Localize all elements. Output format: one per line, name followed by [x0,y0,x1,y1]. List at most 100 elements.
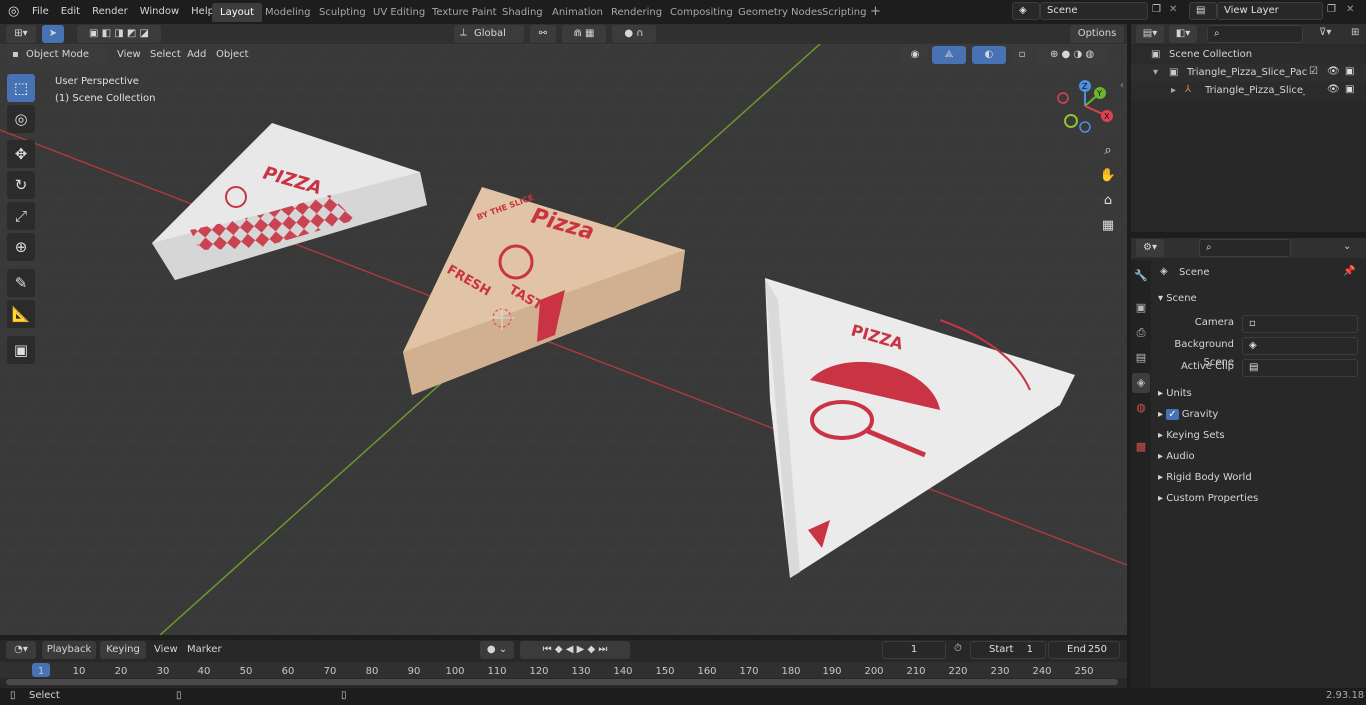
properties-search-input[interactable]: ⌕ [1199,239,1291,257]
keying-menu[interactable]: Keying [100,641,146,659]
timeline-scrollbar[interactable] [6,679,1118,685]
tool-select-box-icon[interactable]: ⬚ [7,74,35,102]
tool-move-icon[interactable]: ✥ [7,140,35,168]
audio-panel[interactable]: ▸ Audio [1158,448,1195,466]
ortho-grid-icon[interactable]: ▦ [1097,215,1119,237]
delete-scene-icon[interactable]: ✕ [1169,4,1177,15]
pin-icon[interactable]: 📌 [1343,266,1355,277]
menu-window[interactable]: Window [134,0,185,24]
end-frame-field[interactable]: End 250 [1048,641,1120,659]
tool-tab-icon[interactable]: 🔧 [1132,266,1150,286]
mode-dropdown[interactable]: Object Mode [8,46,106,64]
timeline-editor-icon[interactable]: ◔▾ [6,641,36,659]
select-menu[interactable]: Select [150,49,181,60]
expand-icon[interactable]: ▾ [1153,67,1158,78]
outliner-row-pack[interactable]: ▸ ⅄ Triangle_Pizza_Slice_Pack 👁 ▣ [1131,82,1366,100]
tool-annotate-icon[interactable]: ✎ [7,269,35,297]
add-menu[interactable]: Add [187,49,206,60]
outliner-editor-icon[interactable]: ▤▾ [1136,25,1164,43]
rigid-body-panel[interactable]: ▸ Rigid Body World [1158,469,1252,487]
expand-icon[interactable]: ▸ [1171,85,1176,96]
keying-sets-panel[interactable]: ▸ Keying Sets [1158,427,1225,445]
checkbox-icon[interactable]: ☑ [1309,66,1318,77]
object-menu[interactable]: Object [216,49,249,60]
world-tab-icon[interactable]: ◍ [1132,398,1150,418]
3d-viewport[interactable]: PIZZA Pizza BY THE SLICE FRESH TASTY PIZ… [0,44,1127,635]
tab-compositing[interactable]: Compositing [662,3,741,22]
eye-icon[interactable]: 👁 [1327,66,1340,77]
timeline-view-menu[interactable]: View [154,644,178,655]
tab-layout[interactable]: Layout [212,3,262,22]
outliner-row-scene-collection[interactable]: ▣ Scene Collection [1131,46,1366,64]
tool-measure-icon[interactable]: 📐 [7,300,35,328]
scene-panel-header[interactable]: ▾ Scene [1158,290,1197,308]
new-view-layer-icon[interactable]: ❐ [1327,4,1336,15]
current-frame-field[interactable]: 1 [882,641,946,659]
playback-controls-icon[interactable]: ⏮ ◆ ◀ ▶ ◆ ⏭ [520,641,630,659]
outliner-search-input[interactable]: ⌕ [1207,25,1303,43]
scene-field[interactable]: Scene [1040,2,1148,20]
proportional-edit-icon[interactable]: ● ∩ [612,25,656,43]
render-tab-icon[interactable]: ▣ [1132,298,1150,318]
selection-mode-icons[interactable]: ▣ ◧ ◨ ◩ ◪ [77,25,161,43]
units-panel[interactable]: ▸ Units [1158,385,1192,403]
view-menu[interactable]: View [117,49,141,60]
outliner-row-packaging[interactable]: ▾ ▣ Triangle_Pizza_Slice_Packaging ☑ 👁 ▣ [1131,64,1366,82]
display-mode-icon[interactable]: ◧▾ [1169,25,1197,43]
output-tab-icon[interactable]: ⎙ [1132,323,1150,343]
blender-logo-icon[interactable]: ◎ [8,4,24,20]
gravity-checkbox-icon[interactable]: ✓ [1166,409,1179,420]
navigation-gizmo[interactable]: Z Y X [1052,78,1122,138]
pivot-icon[interactable]: ⚯ [530,25,556,43]
scene-tab-icon[interactable]: ◈ [1132,373,1150,393]
tab-texture-paint[interactable]: Texture Paint [424,3,505,22]
tool-rotate-icon[interactable]: ↻ [7,171,35,199]
snap-icon[interactable]: ⋒ ▦ [562,25,606,43]
options-button[interactable]: Options [1070,25,1124,43]
record-icon[interactable]: ● ⌄ [480,641,514,659]
new-scene-icon[interactable]: ❐ [1152,4,1161,15]
clock-icon[interactable]: ⏱ [954,643,962,654]
gravity-panel[interactable]: ▸ ✓ Gravity [1158,406,1218,424]
editor-type-icon[interactable]: ⊞▾ [6,25,36,43]
zoom-icon[interactable]: ⌕ [1097,140,1119,162]
pan-hand-icon[interactable]: ✋ [1097,165,1119,187]
shading-mode-icons[interactable]: ⊕ ● ◑ ◍ [1034,46,1110,64]
tab-modeling[interactable]: Modeling [257,3,319,22]
menu-file[interactable]: File [26,0,55,24]
marker-menu[interactable]: Marker [187,644,222,655]
view-layer-type-icon[interactable]: ▤ [1189,2,1217,20]
view-layer-field[interactable]: View Layer [1217,2,1323,20]
properties-editor-icon[interactable]: ⚙▾ [1136,239,1164,257]
camera-icon[interactable]: ▣ [1345,66,1354,77]
background-scene-field[interactable]: ◈ [1242,337,1358,355]
camera-view-icon[interactable]: ⌂ [1097,190,1119,212]
tool-transform-icon[interactable]: ⊕ [7,233,35,261]
select-tool-icon[interactable]: ➤ [42,25,64,43]
tool-cursor-icon[interactable]: ◎ [7,105,35,133]
view-layer-tab-icon[interactable]: ▤ [1132,348,1150,368]
menu-edit[interactable]: Edit [55,0,86,24]
tool-add-cube-icon[interactable]: ▣ [7,336,35,364]
active-clip-field[interactable]: ▤ [1242,359,1358,377]
tab-shading[interactable]: Shading [494,3,551,22]
custom-properties-panel[interactable]: ▸ Custom Properties [1158,490,1258,508]
axis-gizmo-icon[interactable]: Z Y X [1052,78,1122,138]
gizmo-toggle-icon[interactable]: ⟁ [932,46,966,64]
sidebar-toggle-icon[interactable]: ‹ [1120,80,1124,91]
visibility-icon[interactable]: ◉ [902,46,928,64]
tab-animation[interactable]: Animation [544,3,611,22]
eye-icon[interactable]: 👁 [1327,84,1340,95]
add-workspace-icon[interactable]: + [870,4,881,19]
playback-menu[interactable]: Playback [42,641,96,659]
tab-uv-editing[interactable]: UV Editing [365,3,433,22]
new-collection-icon[interactable]: ⊞ [1351,27,1359,38]
scene-type-icon[interactable]: ◈ [1012,2,1040,20]
menu-render[interactable]: Render [86,0,134,24]
xray-icon[interactable]: ▫ [1012,46,1032,64]
properties-options-icon[interactable]: ⌄ [1343,241,1351,252]
tab-rendering[interactable]: Rendering [603,3,670,22]
overlay-toggle-icon[interactable]: ◐ [972,46,1006,64]
tool-scale-icon[interactable]: ⤢ [7,202,35,230]
delete-view-layer-icon[interactable]: ✕ [1346,4,1354,15]
